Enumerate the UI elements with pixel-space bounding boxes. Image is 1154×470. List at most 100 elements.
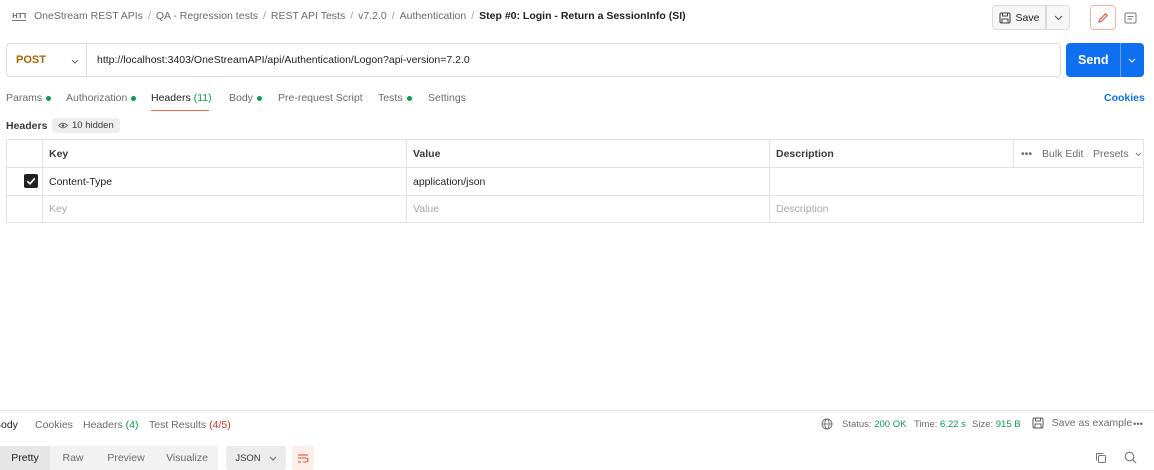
search-icon[interactable] [1124,451,1137,464]
checkmark-icon [24,174,38,188]
request-title[interactable]: Step #0: Login - Return a SessionInfo (S… [479,10,686,22]
wrap-lines-button[interactable] [292,446,314,470]
tab-tests[interactable]: Tests [378,92,412,104]
view-preview-button[interactable]: Preview [96,446,156,470]
breadcrumb-item-folder[interactable]: REST API Tests [271,10,345,22]
response-more-button[interactable]: ••• [1133,419,1143,430]
hidden-headers-toggle[interactable]: 10 hidden [52,118,120,133]
new-key-input[interactable]: Key [49,203,67,215]
column-header-description: Description [776,148,834,160]
copy-icon[interactable] [1095,452,1107,464]
top-bar: HTTP OneStream REST APIs / QA - Regressi… [0,0,1154,36]
tab-count: (4) [125,419,139,431]
size-value: 915 B [995,419,1021,430]
http-request-icon: HTTP [12,10,26,22]
tab-count: (11) [193,92,212,104]
wrap-lines-icon [297,453,309,463]
view-visualize-button[interactable]: Visualize [156,446,218,470]
new-description-input[interactable]: Description [776,203,829,215]
breadcrumb-item-folder[interactable]: Authentication [400,10,467,22]
breadcrumb-item-collection[interactable]: OneStream REST APIs [34,10,143,22]
new-value-input[interactable]: Value [413,203,439,215]
header-key-field[interactable]: Content-Type [49,176,112,188]
method-select[interactable]: POST [6,43,86,77]
time-value: 6.22 s [940,419,966,430]
time-readout: Time: 6.22 s [914,419,966,430]
breadcrumb-separator: / [262,10,266,22]
response-tab-test-results[interactable]: Test Results (4/5) [149,419,231,431]
breadcrumb-separator: / [391,10,395,22]
url-input[interactable]: http://localhost:3403/OneStreamAPI/api/A… [86,43,1061,77]
more-options-button[interactable]: ••• [1021,148,1032,160]
view-pretty-button[interactable]: Pretty [0,446,50,470]
response-tab-cookies[interactable]: Cookies [35,419,73,431]
breadcrumb-item-folder[interactable]: v7.2.0 [358,10,387,22]
save-button[interactable]: Save [992,5,1046,30]
breadcrumb-item-folder[interactable]: QA - Regression tests [156,10,258,22]
save-icon [998,11,1011,24]
cookies-link[interactable]: Cookies [1104,92,1145,104]
method-label: POST [16,54,46,66]
headers-table: Key Value Description ••• Bulk Edit Pres… [6,139,1144,223]
tab-body[interactable]: Body [229,92,262,104]
tab-params[interactable]: Params [6,92,52,104]
response-tab-headers[interactable]: Headers (4) [83,419,138,431]
tab-headers[interactable]: Headers (11) [151,92,212,104]
chevron-down-icon [71,59,79,64]
size-readout: Size: 915 B [972,419,1021,430]
tab-label: Tests [378,92,403,104]
breadcrumb-separator: / [471,10,475,22]
tab-label: Pre-request Script [278,92,363,104]
time-label: Time: [914,419,938,430]
tab-authorization[interactable]: Authorization [66,92,137,104]
hidden-count: 10 hidden [72,120,114,131]
column-divider [769,140,770,222]
chevron-down-icon [269,456,277,461]
globe-icon[interactable] [821,418,833,430]
size-label: Size: [972,419,994,430]
tab-label: Headers [83,419,123,431]
save-icon [1032,417,1044,429]
headers-section-title: Headers [6,120,48,132]
tab-settings[interactable]: Settings [428,92,466,104]
response-tab-body[interactable]: Body [0,419,18,431]
status-dot [256,95,262,101]
send-divider [1120,43,1121,77]
edit-button[interactable] [1090,5,1116,30]
column-header-value: Value [413,148,441,160]
send-label: Send [1078,53,1109,67]
pencil-icon [1097,12,1109,24]
tab-pre-request-script[interactable]: Pre-request Script [278,92,363,104]
status-label: Status: [842,419,872,430]
column-divider [406,140,407,222]
presets-dropdown[interactable]: Presets [1093,148,1142,160]
active-tab-indicator [151,110,209,111]
tab-label: Params [6,92,43,104]
column-header-key: Key [49,148,69,160]
tab-label: Authorization [66,92,128,104]
status-dot [46,95,52,101]
chevron-down-icon[interactable] [1128,58,1136,63]
format-select[interactable]: JSON [226,446,286,470]
format-label: JSON [235,452,261,464]
view-raw-button[interactable]: Raw [50,446,96,470]
eye-icon [58,122,68,129]
status-readout: Status: 200 OK [842,419,906,430]
status-dot [131,95,137,101]
header-value-field[interactable]: application/json [413,176,485,188]
save-label: Save [1015,11,1040,24]
response-divider [0,410,1154,411]
save-dropdown-button[interactable] [1046,5,1070,30]
save-example-label: Save as example [1051,417,1133,429]
save-as-example-button[interactable]: Save as example [1032,417,1132,429]
status-code: 200 OK [874,419,907,430]
header-enabled-checkbox[interactable] [24,174,38,188]
send-button[interactable]: Send [1066,43,1144,77]
tab-label: Body [229,92,253,104]
breadcrumb: HTTP OneStream REST APIs / QA - Regressi… [12,10,686,22]
breadcrumb-separator: / [147,10,151,22]
tab-count: (4/5) [209,419,231,431]
comments-button[interactable] [1118,5,1142,30]
row-divider [7,195,1143,196]
bulk-edit-button[interactable]: Bulk Edit [1042,148,1083,160]
